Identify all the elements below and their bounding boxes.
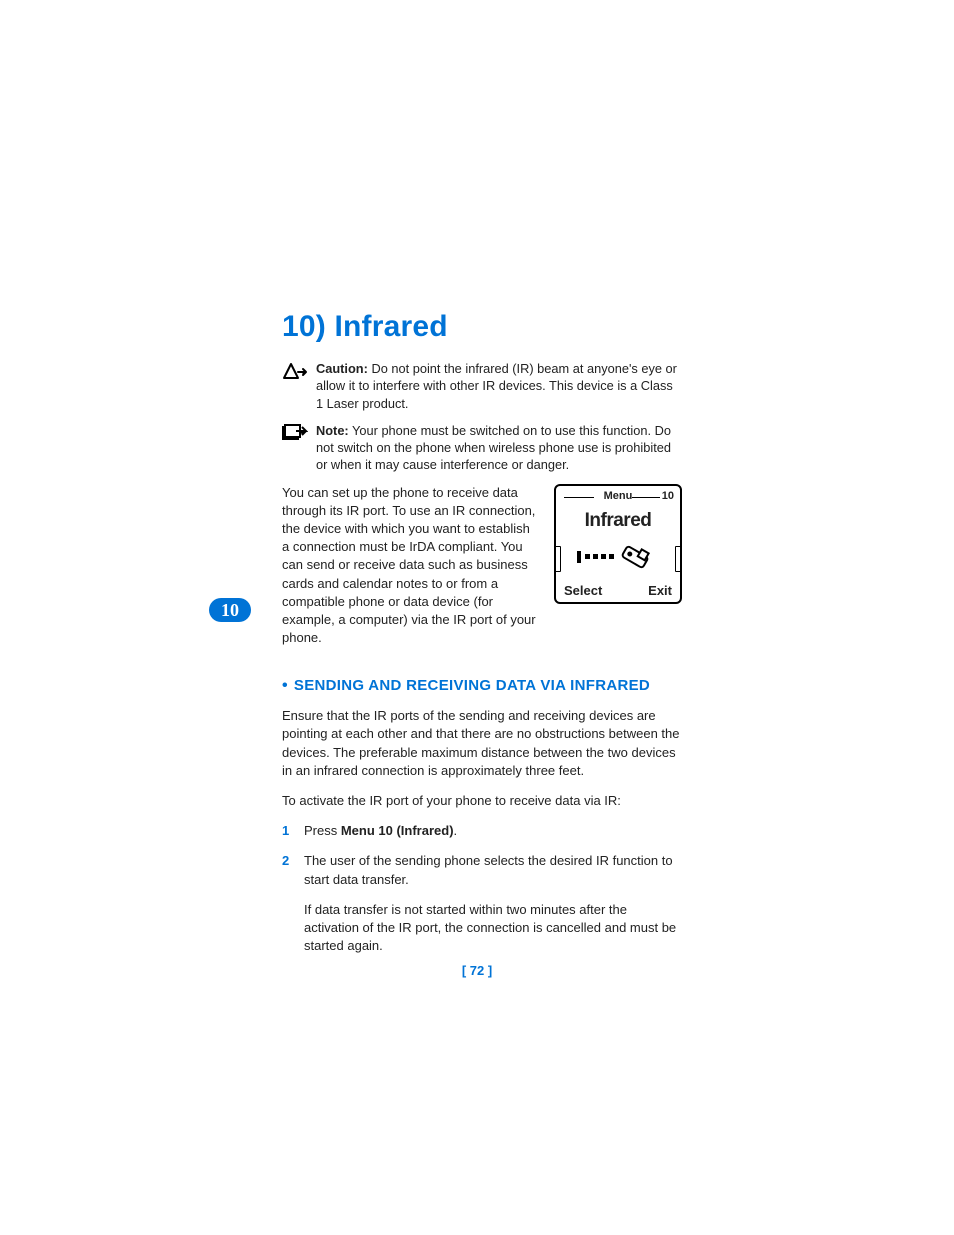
note-label: Note: — [316, 423, 349, 438]
bullet-icon: • — [282, 677, 288, 694]
phone-softkey-right: Exit — [648, 583, 672, 598]
note-callout: Note: Your phone must be switched on to … — [282, 422, 682, 474]
step-1: 1 Press Menu 10 (Infrared). — [282, 822, 682, 840]
ensure-paragraph: Ensure that the IR ports of the sending … — [282, 707, 682, 780]
activate-paragraph: To activate the IR port of your phone to… — [282, 792, 682, 810]
phone-menu-number: 10 — [662, 490, 674, 502]
section-heading: • SENDING AND RECEIVING DATA VIA INFRARED — [282, 677, 682, 695]
phone-softkey-left: Select — [564, 583, 602, 598]
phone-scroll-indicator-right — [675, 546, 681, 572]
steps-list: 1 Press Menu 10 (Infrared). 2 The user o… — [282, 822, 682, 889]
step-1-number: 1 — [282, 822, 289, 840]
caution-text: Caution: Do not point the infrared (IR) … — [316, 360, 682, 412]
note-icon — [282, 424, 316, 449]
step-1-bold: Menu 10 (Infrared) — [341, 823, 454, 838]
page-content: 10) Infrared Caution: Do not point the i… — [282, 310, 682, 967]
caution-icon — [282, 362, 316, 387]
caution-body: Do not point the infrared (IR) beam at a… — [316, 361, 677, 411]
step-1-suffix: . — [454, 823, 458, 838]
step-2: 2 The user of the sending phone selects … — [282, 852, 682, 888]
infrared-icon — [562, 540, 674, 574]
page-number: [ 72 ] — [0, 963, 954, 978]
phone-screen-title: Infrared — [562, 510, 674, 532]
section-heading-text: SENDING AND RECEIVING DATA VIA INFRARED — [294, 677, 650, 694]
phone-scroll-indicator-left — [555, 546, 561, 572]
timeout-paragraph: If data transfer is not started within t… — [304, 901, 682, 956]
page-title: 10) Infrared — [282, 310, 682, 344]
chapter-tab: 10 — [209, 598, 251, 622]
caution-callout: Caution: Do not point the infrared (IR) … — [282, 360, 682, 412]
phone-menu-label: Menu — [562, 490, 674, 502]
step-2-text: The user of the sending phone selects th… — [304, 853, 673, 886]
phone-screen-illustration: Menu 10 Infrared — [554, 484, 682, 604]
step-1-prefix: Press — [304, 823, 341, 838]
step-2-number: 2 — [282, 852, 289, 870]
note-body: Your phone must be switched on to use th… — [316, 423, 671, 473]
intro-paragraph: You can set up the phone to receive data… — [282, 484, 536, 648]
caution-label: Caution: — [316, 361, 368, 376]
note-text: Note: Your phone must be switched on to … — [316, 422, 682, 474]
